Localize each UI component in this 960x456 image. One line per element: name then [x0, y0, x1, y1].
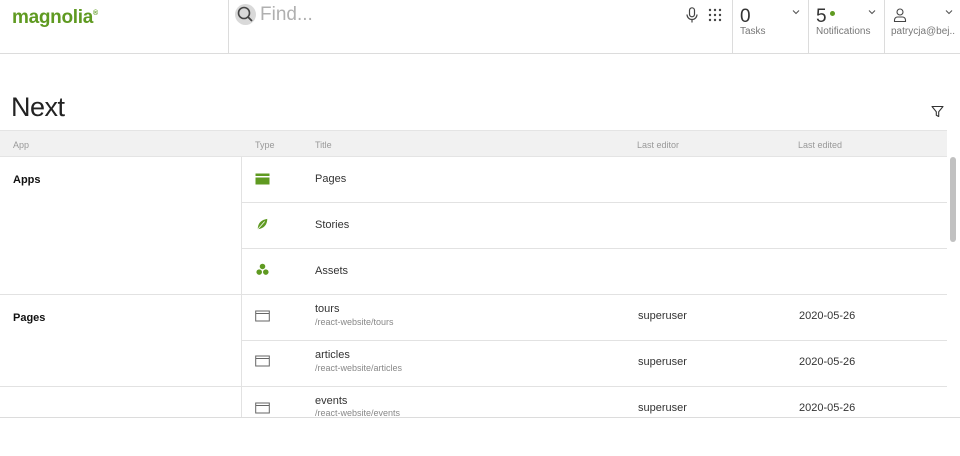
row-path: /react-website/tours	[315, 317, 394, 327]
notification-dot	[830, 11, 835, 16]
row-title: articles	[315, 349, 350, 361]
chevron-down-icon	[792, 10, 800, 15]
row-path: /react-website/articles	[315, 363, 403, 373]
notifications-label: Notifications	[816, 26, 871, 37]
app-group-cell	[0, 341, 242, 387]
chevron-down-icon	[945, 10, 953, 15]
row-last-edited: 2020-05-26	[799, 356, 856, 368]
magnolia-logo[interactable]: magnolia®	[12, 7, 98, 29]
bottom-divider	[0, 417, 960, 418]
page-title: Next	[11, 92, 65, 122]
column-header-title[interactable]: Title	[315, 140, 332, 150]
app-group-label: Apps	[13, 174, 41, 186]
table-row[interactable]: Assets	[0, 249, 947, 295]
table-header: App Type Title Last editor Last edited	[0, 130, 947, 157]
search-icon[interactable]	[235, 4, 256, 25]
row-last-editor: superuser	[638, 402, 687, 414]
stories-leaf-icon	[257, 218, 268, 230]
column-header-app[interactable]: App	[13, 140, 29, 150]
notifications-indicator[interactable]: 5 Notifications	[809, 0, 885, 53]
tasks-label: Tasks	[740, 26, 766, 37]
row-last-editor: superuser	[638, 356, 687, 368]
column-header-type[interactable]: Type	[255, 140, 275, 150]
page-icon	[255, 310, 270, 322]
pages-app-icon	[255, 173, 270, 185]
scrollbar-thumb[interactable]	[950, 157, 956, 242]
row-title: events	[315, 395, 348, 407]
page-icon	[255, 402, 270, 414]
filter-icon[interactable]	[931, 105, 944, 118]
column-header-last-editor[interactable]: Last editor	[637, 140, 679, 150]
app-group-cell: Apps	[0, 157, 242, 203]
notifications-count: 5	[816, 6, 827, 27]
tasks-count: 0	[740, 6, 751, 27]
app-group-cell: Pages	[0, 295, 242, 341]
app-launcher-grid-icon[interactable]	[708, 8, 722, 22]
row-title: tours	[315, 303, 340, 315]
tasks-indicator[interactable]: 0 Tasks	[733, 0, 809, 53]
app-group-cell	[0, 249, 242, 295]
row-last-edited: 2020-05-26	[799, 402, 856, 414]
table-row[interactable]: articles /react-website/articles superus…	[0, 341, 947, 387]
top-bar: magnolia® 0 Tasks 5	[0, 0, 960, 54]
row-last-edited: 2020-05-26	[799, 310, 856, 322]
search-input[interactable]	[260, 3, 660, 27]
search-bar	[229, 0, 733, 53]
table-row[interactable]: events /react-website/events superuser 2…	[0, 387, 947, 418]
user-icon	[893, 8, 907, 22]
assets-icon	[256, 263, 269, 275]
row-title: Assets	[315, 265, 349, 277]
row-title: Stories	[315, 219, 350, 231]
row-last-editor: superuser	[638, 310, 687, 322]
logo-area: magnolia®	[0, 0, 229, 53]
table-row[interactable]: Stories	[0, 203, 947, 249]
microphone-icon[interactable]	[685, 7, 699, 23]
row-title: Pages	[315, 173, 347, 185]
app-group-cell	[0, 387, 242, 417]
page-icon	[255, 355, 270, 367]
chevron-down-icon	[868, 10, 876, 15]
table-row[interactable]: Apps Pages	[0, 157, 947, 203]
column-header-last-edited[interactable]: Last edited	[798, 140, 842, 150]
user-name: patrycja@bej...	[891, 26, 955, 37]
app-group-label: Pages	[13, 312, 46, 324]
table-row[interactable]: Pages tours /react-website/tours superus…	[0, 295, 947, 341]
user-menu[interactable]: patrycja@bej...	[885, 0, 960, 53]
app-group-cell	[0, 203, 242, 249]
